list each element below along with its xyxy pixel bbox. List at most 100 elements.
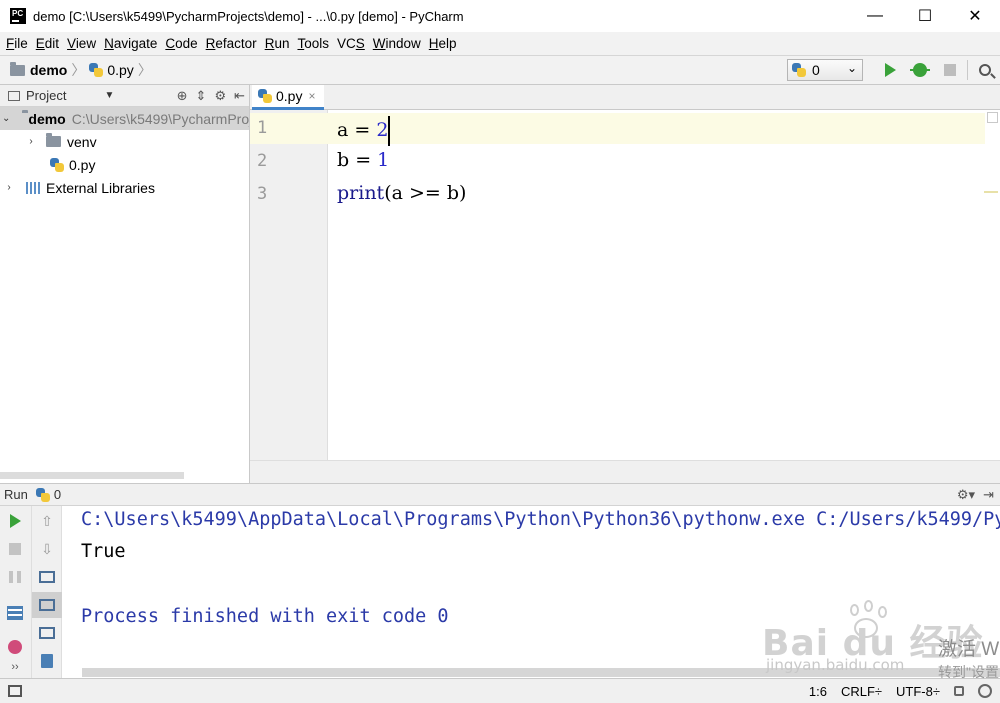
stop-button[interactable]	[935, 56, 965, 84]
tree-item-external-libraries[interactable]: › External Libraries	[0, 176, 249, 199]
project-view-icon	[8, 90, 20, 101]
hide-panel-icon[interactable]: ⇤	[234, 88, 245, 104]
menu-window[interactable]: Window	[369, 36, 425, 51]
menu-mnemonic: C	[165, 36, 176, 51]
run-console[interactable]: C:\Users\k5499\AppData\Local\Programs\Py…	[62, 506, 1000, 678]
code-line[interactable]: print(a >= b)	[337, 182, 466, 204]
tab-0-py[interactable]: 0.py ×	[252, 85, 324, 110]
menu-run[interactable]: Run	[261, 36, 294, 51]
code-number: 2	[376, 119, 389, 141]
code-editor[interactable]	[328, 110, 1000, 460]
breadcrumb: demo 〉 0.py 〉	[10, 60, 156, 80]
menu-mnemonic: W	[372, 36, 386, 51]
pause-button[interactable]	[0, 564, 30, 590]
menu-refactor[interactable]: Refactor	[202, 36, 261, 51]
menu-edit[interactable]: Edit	[32, 36, 63, 51]
stop-icon	[944, 64, 956, 76]
menu-code[interactable]: Code	[161, 36, 201, 51]
line-number: 1	[257, 118, 268, 138]
stop-button[interactable]	[0, 536, 30, 562]
error-stripe-mark[interactable]	[984, 191, 998, 193]
chevron-right-icon: ›	[7, 182, 11, 193]
menu-mnemonic: N	[104, 36, 114, 51]
menu-label: indow	[385, 36, 421, 51]
menu-view[interactable]: View	[63, 36, 100, 51]
console-output-line: True	[81, 541, 126, 562]
status-bar: 1:6 CRLF÷ UTF-8÷	[0, 678, 1000, 703]
chevron-down-icon: ⌄	[2, 113, 11, 124]
navigation-bar: demo 〉 0.py 〉 0 ⌄	[0, 55, 1000, 85]
rerun-button[interactable]	[0, 508, 30, 534]
horizontal-scrollbar[interactable]	[82, 668, 1000, 677]
lock-icon[interactable]	[954, 686, 964, 696]
pin-tab-button[interactable]	[0, 634, 30, 660]
code-text: b =	[337, 149, 378, 171]
soft-wrap-button[interactable]	[32, 564, 62, 590]
scroll-down-button[interactable]: ⇩	[32, 536, 62, 562]
pin-icon	[8, 640, 22, 654]
run-config-tab[interactable]: 0	[54, 487, 61, 502]
collapse-icon[interactable]: ⇕	[196, 88, 207, 104]
file-encoding[interactable]: UTF-8÷	[896, 684, 940, 699]
caret-position[interactable]: 1:6	[809, 684, 827, 699]
tree-item-file[interactable]: 0.py	[0, 153, 249, 176]
code-text: a =	[337, 119, 377, 141]
breadcrumb-project[interactable]: demo	[30, 62, 67, 78]
play-icon	[884, 63, 896, 77]
code-line[interactable]: b = 1	[337, 149, 389, 171]
project-panel-title[interactable]: Project	[26, 88, 66, 103]
menu-label: elp	[438, 36, 457, 51]
project-panel-header: Project ▼ ⊕ ⇕ ⚙ ⇤	[0, 85, 249, 107]
hide-panel-icon[interactable]: ⇥	[983, 487, 994, 503]
line-separator[interactable]: CRLF÷	[841, 684, 882, 699]
breadcrumb-file[interactable]: 0.py	[107, 62, 133, 78]
print-button[interactable]	[32, 620, 62, 646]
run-panel-title: Run	[4, 487, 28, 502]
menu-vcs[interactable]: VCS	[333, 36, 369, 51]
minimize-button[interactable]: —	[850, 0, 900, 32]
tool-windows-icon[interactable]	[8, 685, 22, 697]
close-button[interactable]: ✕	[950, 0, 1000, 32]
more-actions-icon[interactable]: ››	[0, 658, 30, 676]
inspection-status-icon[interactable]	[987, 112, 998, 123]
chevron-right-icon: ›	[29, 136, 33, 147]
chevron-down-icon: ⌄	[846, 61, 857, 75]
scroll-to-end-icon	[39, 599, 55, 611]
menu-file[interactable]: File	[2, 36, 32, 51]
maximize-button[interactable]: ☐	[900, 0, 950, 32]
close-tab-icon[interactable]: ×	[308, 89, 315, 103]
search-icon	[979, 64, 991, 76]
chevron-down-icon[interactable]: ▼	[104, 90, 114, 101]
menu-mnemonic: R	[264, 36, 275, 51]
search-button[interactable]	[970, 56, 1000, 84]
menu-label: efactor	[215, 36, 257, 51]
clear-all-button[interactable]	[32, 648, 62, 674]
scroll-up-button[interactable]: ⇧	[32, 508, 62, 534]
run-toolbar-secondary: ⇧ ⇩	[32, 506, 62, 678]
menu-tools[interactable]: Tools	[293, 36, 333, 51]
chevron-right-icon: 〉	[71, 62, 86, 78]
stop-icon	[9, 543, 21, 555]
run-config-select[interactable]: 0 ⌄	[787, 59, 863, 81]
folder-icon	[46, 133, 61, 147]
tree-item-demo[interactable]: ⌄ demo C:\Users\k5499\PycharmProjects\de…	[0, 107, 249, 130]
restore-layout-button[interactable]	[0, 600, 30, 626]
folder-icon	[10, 61, 25, 76]
inspector-face-icon[interactable]	[978, 684, 992, 698]
code-line[interactable]: a = 2	[337, 116, 391, 146]
editor-tabs: 0.py ×	[250, 85, 1000, 110]
locate-icon[interactable]: ⊕	[177, 88, 188, 104]
menu-help[interactable]: Help	[425, 36, 461, 51]
run-button[interactable]	[875, 56, 905, 84]
gear-icon[interactable]: ⚙	[214, 88, 226, 104]
chevron-right-icon: 〉	[137, 62, 152, 78]
horizontal-scrollbar[interactable]	[0, 472, 184, 479]
tree-item-venv[interactable]: › venv	[0, 130, 249, 153]
debug-button[interactable]	[905, 56, 935, 84]
menu-navigate[interactable]: Navigate	[100, 36, 161, 51]
line-number: 3	[257, 184, 268, 204]
gear-icon[interactable]: ⚙▾	[957, 487, 975, 503]
scroll-to-end-button[interactable]	[32, 592, 62, 618]
menu-label: ools	[304, 36, 329, 51]
menu-bar: File Edit View Navigate Code Refactor Ru…	[0, 32, 1000, 55]
